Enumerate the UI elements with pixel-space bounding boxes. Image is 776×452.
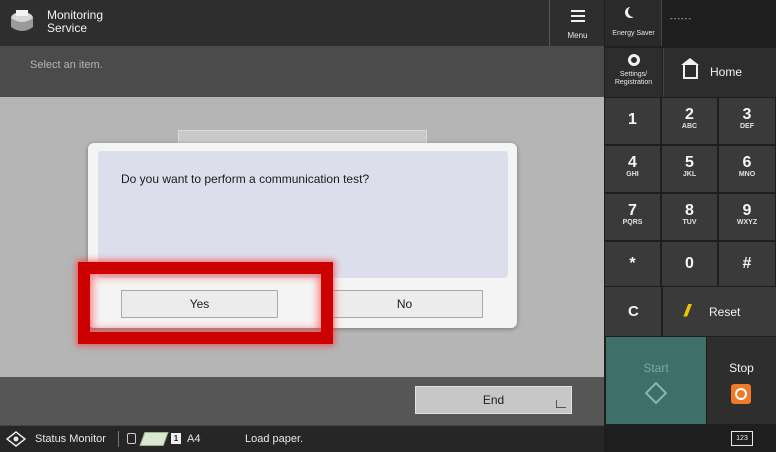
paper-size: A4 xyxy=(187,433,201,445)
key-digit: 6 xyxy=(742,154,752,171)
no-button[interactable]: No xyxy=(326,290,483,318)
highlight-box xyxy=(78,262,333,344)
stop-button[interactable]: Stop xyxy=(707,337,776,424)
key-3[interactable]: 3 DEF xyxy=(719,98,776,145)
paper-stack-icon xyxy=(139,432,169,446)
home-button[interactable]: Home xyxy=(663,48,776,97)
gear-icon xyxy=(628,54,640,66)
printer-service-icon xyxy=(11,10,33,31)
reset-label: Reset xyxy=(709,305,741,319)
key-digit: 0 xyxy=(685,255,694,272)
message-box: Do you want to perform a communication t… xyxy=(98,151,508,278)
key-digit: 2 xyxy=(685,106,694,123)
keyboard-icon[interactable]: 123 xyxy=(731,431,753,446)
key-2[interactable]: 2 ABC xyxy=(662,98,718,145)
home-icon xyxy=(681,58,699,79)
hamburger-icon xyxy=(571,10,585,22)
instruction-bar: Select an item. xyxy=(0,46,604,97)
start-diamond-icon xyxy=(644,381,668,405)
screen: Monitoring Service Menu Select an item. … xyxy=(0,0,776,452)
instruction-text: Select an item. xyxy=(30,59,103,71)
energy-saver-label: Energy Saver xyxy=(612,30,655,37)
clear-button[interactable]: C xyxy=(605,287,661,336)
home-label: Home xyxy=(710,65,743,79)
key-digit: 7 xyxy=(628,202,637,219)
key-asterisk[interactable]: * xyxy=(605,242,661,287)
key-digit: 9 xyxy=(742,202,752,219)
status-monitor-icon[interactable] xyxy=(6,431,26,447)
key-letters: WXYZ xyxy=(736,219,758,226)
key-6[interactable]: 6 MNO xyxy=(719,146,776,193)
key-digit: 4 xyxy=(628,154,637,171)
energy-saver-button[interactable]: Energy Saver xyxy=(605,0,662,46)
key-digit: * xyxy=(629,255,636,272)
background-item-tab xyxy=(178,130,427,144)
key-letters: PQRS xyxy=(622,219,643,226)
key-hash[interactable]: # xyxy=(719,242,776,287)
lock-icon xyxy=(127,433,136,444)
status-bar: Status Monitor 1 A4 Load paper. xyxy=(0,425,604,452)
key-digit: 8 xyxy=(685,202,694,219)
dialog-message: Do you want to perform a communication t… xyxy=(121,172,370,186)
status-divider xyxy=(118,431,119,447)
stop-icon xyxy=(731,384,751,404)
return-icon xyxy=(556,400,566,408)
key-letters: GHI xyxy=(626,171,639,178)
key-digit: # xyxy=(742,255,752,272)
key-0[interactable]: 0 xyxy=(662,242,718,287)
menu-button[interactable]: Menu xyxy=(549,0,604,46)
clear-label: C xyxy=(628,303,639,320)
end-label: End xyxy=(482,393,505,407)
key-digit: 3 xyxy=(742,106,752,123)
header-bar: Monitoring Service Menu xyxy=(0,0,604,46)
key-letters: ABC xyxy=(681,123,698,130)
key-9[interactable]: 9 WXYZ xyxy=(719,194,776,241)
key-digit: 1 xyxy=(628,111,637,128)
key-letters: TUV xyxy=(682,219,697,226)
key-1[interactable]: 1 xyxy=(605,98,661,145)
status-indicator-text: ------ xyxy=(670,14,692,23)
key-letters: MNO xyxy=(738,171,756,178)
key-letters: JKL xyxy=(682,171,697,178)
moon-icon xyxy=(628,6,639,17)
start-button[interactable]: Start xyxy=(606,337,706,424)
status-monitor-label[interactable]: Status Monitor xyxy=(35,433,106,445)
stop-label: Stop xyxy=(729,361,754,375)
end-button[interactable]: End xyxy=(415,386,572,414)
start-label: Start xyxy=(643,361,669,375)
tray-number-badge: 1 xyxy=(171,433,181,444)
settings-label: Settings/ Registration xyxy=(614,71,653,86)
status-message: Load paper. xyxy=(245,433,304,445)
key-5[interactable]: 5 JKL xyxy=(662,146,718,193)
key-4[interactable]: 4 GHI xyxy=(605,146,661,193)
key-digit: 5 xyxy=(685,154,694,171)
key-letters: DEF xyxy=(740,123,754,130)
menu-label: Menu xyxy=(567,31,588,40)
reset-icon: // xyxy=(684,301,691,320)
key-8[interactable]: 8 TUV xyxy=(662,194,718,241)
reset-button[interactable]: // Reset xyxy=(662,287,776,336)
key-7[interactable]: 7 PQRS xyxy=(605,194,661,241)
app-title: Monitoring Service xyxy=(47,8,104,35)
settings-registration-button[interactable]: Settings/ Registration xyxy=(605,48,662,97)
